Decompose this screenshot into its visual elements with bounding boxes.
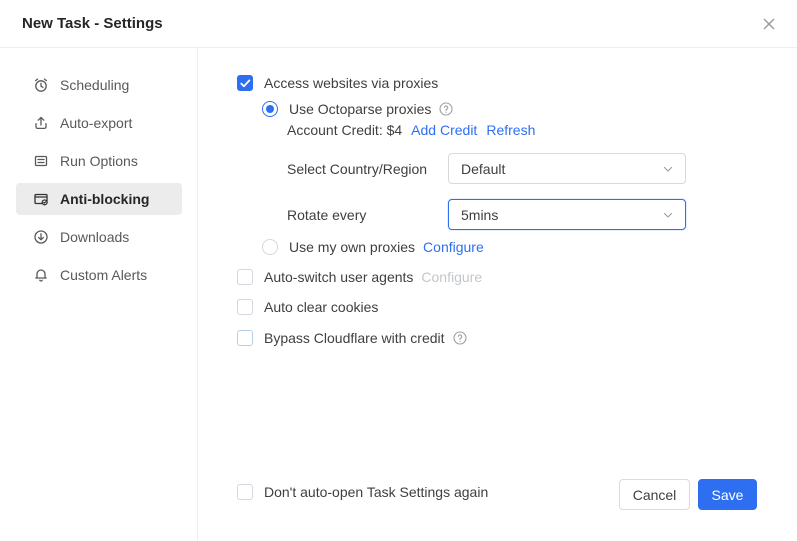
own-proxies-radio[interactable] bbox=[262, 239, 278, 255]
settings-sidebar: Scheduling Auto-export Run Options bbox=[0, 48, 198, 541]
sidebar-item-label: Scheduling bbox=[60, 77, 129, 93]
help-icon[interactable] bbox=[453, 331, 467, 345]
dialog-title: New Task - Settings bbox=[22, 15, 163, 32]
refresh-link[interactable]: Refresh bbox=[486, 122, 535, 138]
sidebar-item-run-options[interactable]: Run Options bbox=[16, 145, 182, 177]
settings-content: Access websites via proxies Use Octopars… bbox=[198, 48, 797, 541]
run-options-icon bbox=[33, 153, 49, 169]
anti-blocking-icon bbox=[33, 191, 49, 207]
task-settings-dialog: New Task - Settings Scheduling Auto-expo… bbox=[0, 0, 797, 541]
save-button[interactable]: Save bbox=[698, 479, 757, 510]
country-select[interactable]: Default bbox=[448, 153, 686, 184]
sidebar-item-downloads[interactable]: Downloads bbox=[16, 221, 182, 253]
auto-switch-agents-checkbox[interactable] bbox=[237, 269, 253, 285]
alarm-clock-icon bbox=[33, 77, 49, 93]
own-proxies-configure-link[interactable]: Configure bbox=[423, 239, 484, 255]
sidebar-item-label: Auto-export bbox=[60, 115, 132, 131]
bypass-cloudflare-checkbox[interactable] bbox=[237, 330, 253, 346]
chevron-down-icon bbox=[662, 163, 674, 175]
sidebar-item-label: Anti-blocking bbox=[60, 191, 149, 207]
download-icon bbox=[33, 229, 49, 245]
help-icon[interactable] bbox=[439, 102, 453, 116]
sidebar-item-custom-alerts[interactable]: Custom Alerts bbox=[16, 259, 182, 291]
rotate-select[interactable]: 5mins bbox=[448, 199, 686, 230]
dialog-header: New Task - Settings bbox=[0, 0, 797, 48]
bypass-cloudflare-label: Bypass Cloudflare with credit bbox=[264, 330, 445, 346]
close-icon[interactable] bbox=[757, 12, 781, 36]
upload-icon bbox=[33, 115, 49, 131]
sidebar-item-auto-export[interactable]: Auto-export bbox=[16, 107, 182, 139]
rotate-select-value: 5mins bbox=[461, 207, 498, 223]
sidebar-item-label: Downloads bbox=[60, 229, 129, 245]
add-credit-link[interactable]: Add Credit bbox=[411, 122, 477, 138]
octoparse-proxies-label: Use Octoparse proxies bbox=[289, 101, 431, 117]
access-proxies-checkbox[interactable] bbox=[237, 75, 253, 91]
cancel-button[interactable]: Cancel bbox=[619, 479, 690, 510]
dont-auto-open-checkbox[interactable] bbox=[237, 484, 253, 500]
own-proxies-label: Use my own proxies bbox=[289, 239, 415, 255]
sidebar-item-anti-blocking[interactable]: Anti-blocking bbox=[16, 183, 182, 215]
auto-clear-cookies-label: Auto clear cookies bbox=[264, 299, 378, 315]
sidebar-item-label: Run Options bbox=[60, 153, 138, 169]
access-proxies-label: Access websites via proxies bbox=[264, 75, 438, 91]
country-select-value: Default bbox=[461, 161, 505, 177]
auto-switch-configure-link: Configure bbox=[421, 269, 482, 285]
octoparse-proxies-radio[interactable] bbox=[262, 101, 278, 117]
sidebar-item-scheduling[interactable]: Scheduling bbox=[16, 69, 182, 101]
country-label: Select Country/Region bbox=[287, 161, 448, 177]
auto-clear-cookies-checkbox[interactable] bbox=[237, 299, 253, 315]
auto-switch-agents-label: Auto-switch user agents bbox=[264, 269, 413, 285]
rotate-label: Rotate every bbox=[287, 207, 448, 223]
bell-icon bbox=[33, 267, 49, 283]
dont-auto-open-label: Don't auto-open Task Settings again bbox=[264, 484, 488, 500]
chevron-down-icon bbox=[662, 209, 674, 221]
account-credit-text: Account Credit: $4 bbox=[287, 122, 402, 138]
checkmark-icon bbox=[240, 79, 251, 88]
sidebar-item-label: Custom Alerts bbox=[60, 267, 147, 283]
